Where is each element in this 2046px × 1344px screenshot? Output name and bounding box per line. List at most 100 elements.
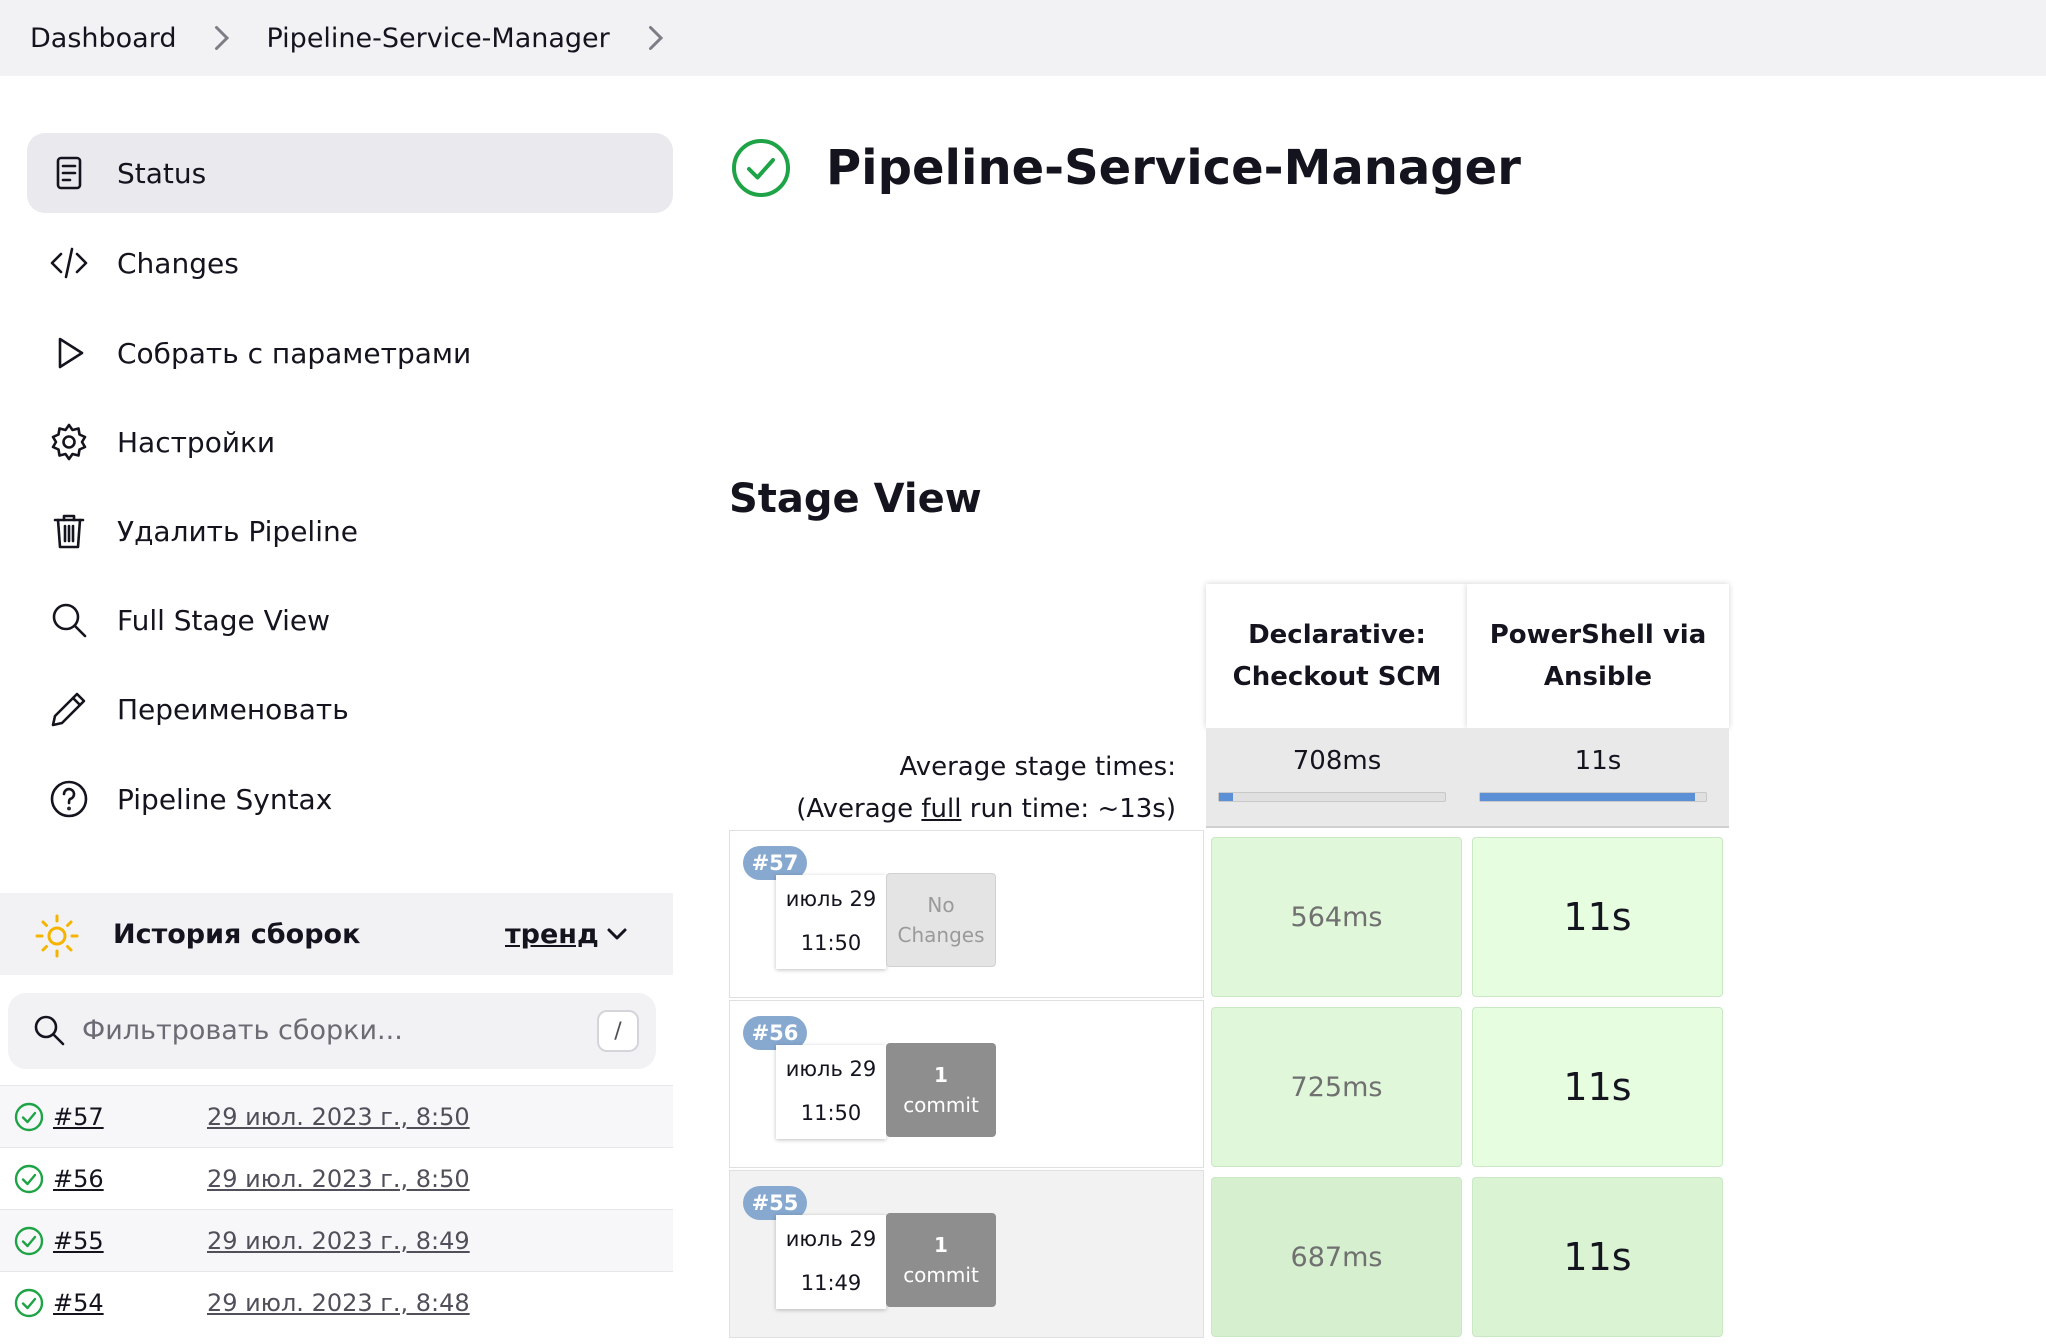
run-time: 11:49 (800, 1271, 862, 1295)
stage-name-line: Declarative: (1248, 620, 1426, 650)
play-icon (49, 333, 89, 373)
stage-cell[interactable]: 564ms (1211, 837, 1462, 997)
sidebar-item-full-stage-view[interactable]: Full Stage View (27, 580, 673, 660)
sidebar-item-changes[interactable]: Changes (27, 223, 673, 303)
run-changes-line2: commit (903, 1263, 979, 1287)
stage-cell[interactable]: 11s (1472, 1007, 1723, 1167)
sidebar: Status Changes Собрать с параметрами Нас… (0, 76, 673, 1344)
stage-name-line: PowerShell via (1489, 620, 1707, 650)
code-icon (49, 243, 89, 283)
sidebar-item-label: Pipeline Syntax (117, 782, 333, 816)
avg-time-cell: 708ms (1206, 728, 1468, 828)
build-row[interactable]: #57 29 июл. 2023 г., 8:50 (0, 1085, 673, 1147)
build-filter: / (8, 993, 656, 1069)
run-date: июль 29 (785, 887, 877, 911)
run-changes-line2: commit (903, 1093, 979, 1117)
avg-time-bar-fill (1219, 793, 1233, 801)
build-number-link[interactable]: #55 (53, 1227, 104, 1255)
build-number-link[interactable]: #56 (53, 1165, 104, 1193)
full-run-link[interactable]: full (921, 794, 961, 824)
stage-header-checkout-scm: Declarative: Checkout SCM (1206, 584, 1468, 728)
sidebar-item-label: Удалить Pipeline (117, 514, 358, 548)
avg-time-cell: 11s (1467, 728, 1729, 828)
stage-cell[interactable]: 11s (1472, 1177, 1723, 1337)
run-changes[interactable]: 1 commit (886, 1043, 996, 1137)
stage-view-title: Stage View (729, 476, 982, 522)
breadcrumb-dashboard[interactable]: Dashboard (30, 23, 176, 54)
avg-time-value: 708ms (1292, 746, 1382, 776)
search-icon (32, 1013, 66, 1047)
run-date: июль 29 (785, 1057, 877, 1081)
sidebar-item-build-with-parameters[interactable]: Собрать с параметрами (27, 313, 673, 393)
run-changes: No Changes (886, 873, 996, 967)
chevron-down-icon[interactable] (602, 919, 632, 949)
success-check-icon (14, 1164, 44, 1193)
stage-cell[interactable]: 687ms (1211, 1177, 1462, 1337)
build-history-header: История сборок тренд (0, 893, 673, 975)
run-row: #56 июль 29 11:50 1 commit (729, 1000, 1204, 1168)
avg-label-line1: Average stage times: (899, 752, 1176, 782)
run-changes-line1: 1 (934, 1233, 948, 1257)
run-changes-line1: No (927, 893, 955, 917)
build-row[interactable]: #56 29 июл. 2023 г., 8:50 (0, 1147, 673, 1209)
stage-name-line: Ansible (1543, 662, 1653, 692)
document-icon (49, 153, 89, 193)
sun-icon (35, 914, 79, 958)
page-title: Pipeline-Service-Manager (826, 140, 1521, 196)
success-check-icon (14, 1226, 44, 1255)
build-filter-input[interactable] (82, 1007, 582, 1053)
success-check-icon (14, 1102, 44, 1131)
build-number-link[interactable]: #54 (53, 1289, 104, 1317)
sidebar-item-label: Собрать с параметрами (117, 336, 472, 370)
avg-label-prefix: (Average (796, 794, 922, 824)
trend-link[interactable]: тренд (505, 919, 599, 950)
build-date-link[interactable]: 29 июл. 2023 г., 8:49 (207, 1227, 470, 1255)
avg-time-bar (1218, 792, 1446, 802)
success-check-icon (14, 1288, 44, 1317)
build-row[interactable]: #54 29 июл. 2023 г., 8:48 (0, 1271, 673, 1333)
pencil-icon (49, 689, 89, 729)
avg-time-bar-fill (1480, 793, 1695, 801)
run-changes-line2: Changes (897, 923, 985, 947)
gear-icon (49, 422, 89, 462)
chevron-right-icon[interactable] (637, 20, 673, 56)
stage-header-powershell-ansible: PowerShell via Ansible (1467, 584, 1729, 728)
run-time: 11:50 (800, 931, 862, 955)
sidebar-item-label: Переименовать (117, 692, 349, 726)
chevron-right-icon (203, 20, 239, 56)
build-row[interactable]: #55 29 июл. 2023 г., 8:49 (0, 1209, 673, 1271)
sidebar-item-pipeline-syntax[interactable]: Pipeline Syntax (27, 759, 673, 839)
keyboard-shortcut-hint: / (597, 1010, 639, 1052)
build-date-link[interactable]: 29 июл. 2023 г., 8:48 (207, 1289, 470, 1317)
avg-time-value: 11s (1574, 746, 1622, 776)
run-date-card: июль 29 11:50 (776, 875, 886, 969)
stage-name-line: Checkout SCM (1232, 662, 1442, 692)
avg-label-suffix: run time: ~13s) (961, 794, 1176, 824)
breadcrumb-pipeline[interactable]: Pipeline-Service-Manager (266, 23, 609, 54)
build-date-link[interactable]: 29 июл. 2023 г., 8:50 (207, 1103, 470, 1131)
sidebar-item-configure[interactable]: Настройки (27, 402, 673, 482)
average-stage-times-label: Average stage times: (Average full run t… (760, 746, 1176, 830)
sidebar-item-label: Changes (117, 246, 239, 280)
sidebar-item-delete[interactable]: Удалить Pipeline (27, 491, 673, 571)
success-check-icon (732, 139, 790, 197)
stage-cell[interactable]: 725ms (1211, 1007, 1462, 1167)
sidebar-item-status[interactable]: Status (27, 133, 673, 213)
run-time: 11:50 (800, 1101, 862, 1125)
search-icon (49, 600, 89, 640)
sidebar-item-label: Full Stage View (117, 603, 331, 637)
sidebar-item-rename[interactable]: Переименовать (27, 669, 673, 749)
build-date-link[interactable]: 29 июл. 2023 г., 8:50 (207, 1165, 470, 1193)
run-changes[interactable]: 1 commit (886, 1213, 996, 1307)
breadcrumb: Dashboard Pipeline-Service-Manager (0, 0, 2046, 76)
run-changes-line1: 1 (934, 1063, 948, 1087)
run-date-card: июль 29 11:50 (776, 1045, 886, 1139)
run-date: июль 29 (785, 1227, 877, 1251)
trash-icon (49, 511, 89, 551)
build-number-link[interactable]: #57 (53, 1103, 104, 1131)
build-history-title: История сборок (113, 918, 361, 950)
run-row: #55 июль 29 11:49 1 commit (729, 1170, 1204, 1338)
stage-cell[interactable]: 11s (1472, 837, 1723, 997)
help-circle-icon (49, 779, 89, 819)
sidebar-item-label: Status (117, 156, 207, 190)
